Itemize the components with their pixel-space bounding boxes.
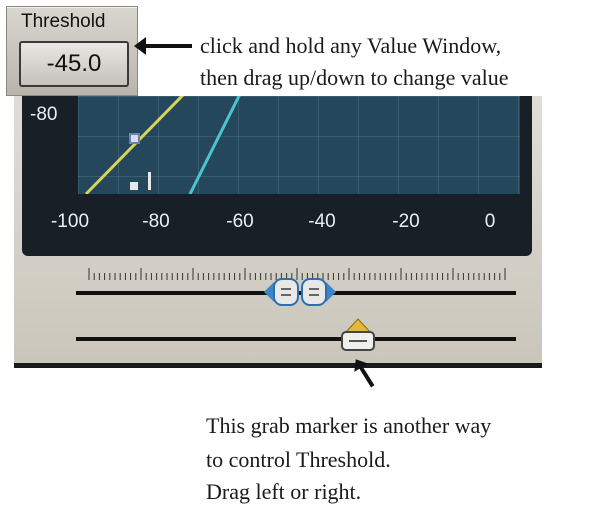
threshold-slider-track[interactable] [76, 337, 516, 341]
y-axis-tick-label: -80 [30, 104, 58, 125]
x-axis-tick-label: -40 [308, 211, 336, 232]
x-axis-tick-label: -60 [226, 211, 254, 232]
cyan-curve-line [188, 96, 241, 194]
level-marker-square [130, 182, 138, 190]
level-marker-bar [148, 172, 151, 190]
callout-arrow-up-icon [358, 364, 375, 388]
handle-right-arrow-icon [326, 282, 336, 302]
panel-bottom-border [14, 363, 542, 368]
threshold-panel: Threshold -45.0 [6, 6, 138, 96]
threshold-label: Threshold [21, 11, 106, 32]
curve-point-marker[interactable] [129, 133, 140, 144]
x-axis-tick-label: 0 [484, 211, 496, 232]
annotation-line-4: to control Threshold. [206, 447, 391, 472]
transfer-curve-overlay [84, 96, 241, 194]
callout-arrow-left-icon [134, 37, 192, 55]
threshold-grab-marker[interactable] [338, 318, 378, 352]
yellow-curve-line [84, 96, 185, 194]
threshold-value-window[interactable]: -45.0 [19, 41, 129, 87]
annotation-line-1: click and hold any Value Window, [200, 33, 502, 58]
x-axis-tick-label: -20 [392, 211, 420, 232]
annotation-line-2: then drag up/down to change value [200, 65, 509, 90]
annotation-line-5: Drag left or right. [206, 479, 362, 504]
handle-left-arrow-icon [264, 282, 274, 302]
threshold-range-handle[interactable] [262, 276, 338, 308]
x-axis-tick-label: -80 [142, 211, 170, 232]
annotation-line-3: This grab marker is another way [206, 413, 492, 438]
x-axis-tick-label: -100 [50, 211, 90, 232]
